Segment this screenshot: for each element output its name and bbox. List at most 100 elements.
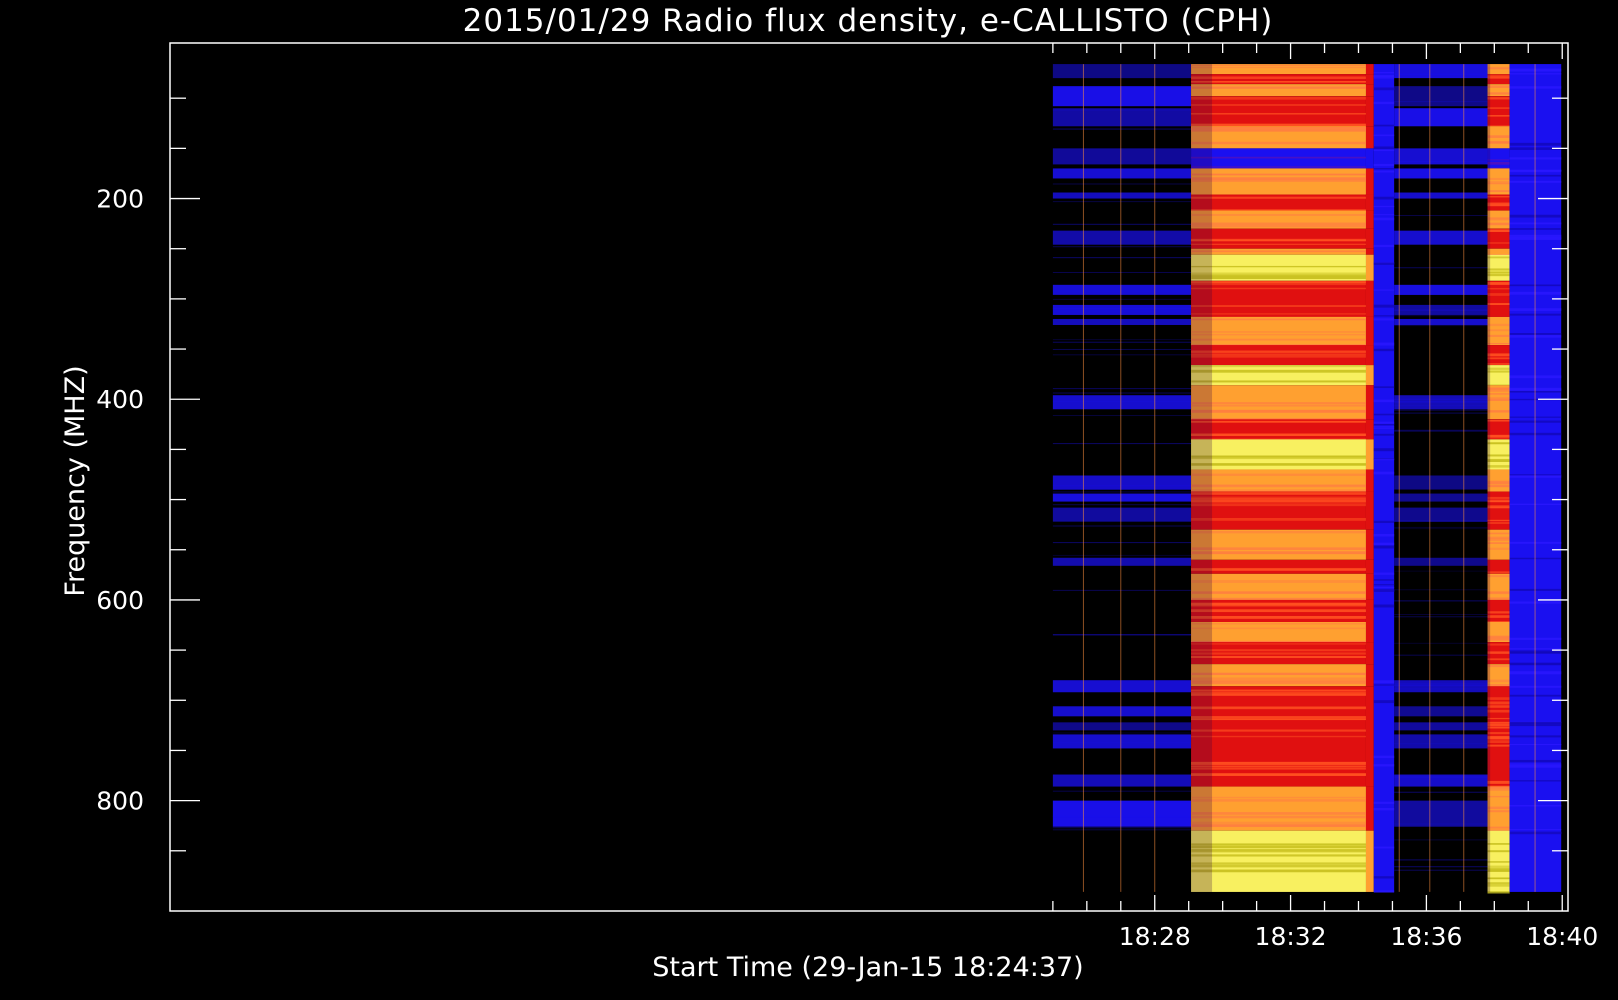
blue-block-stripe: [1373, 876, 1395, 879]
active-band-stripe: [1191, 104, 1366, 106]
blue-block-stripe: [1373, 214, 1395, 216]
active-band-stripe: [1191, 350, 1366, 353]
blue-block-stripe: [1373, 448, 1395, 452]
active-band-stripe: [1487, 353, 1510, 357]
burst-onset-shade: [1487, 64, 1491, 892]
transition-band-cell: [1365, 74, 1374, 85]
quiet-speckle: [1052, 271, 1192, 273]
active-band-stripe: [1487, 242, 1510, 244]
active-band-stripe: [1487, 826, 1510, 829]
active-band-stripe: [1487, 357, 1510, 360]
quiet-band-cell: [1052, 680, 1192, 693]
blue-block-stripe: [1373, 801, 1395, 804]
active-band-stripe: [1487, 67, 1510, 70]
active-band-stripe: [1191, 869, 1366, 873]
blue-block-stripe: [1373, 149, 1395, 152]
active-band-stripe: [1487, 256, 1510, 259]
active-band-stripe: [1191, 420, 1366, 423]
active-band-cell: [1487, 469, 1510, 492]
active-band-stripe: [1191, 369, 1366, 373]
blue-block-stripe: [1373, 520, 1395, 524]
quiet-speckle: [1052, 801, 1192, 803]
active-band-stripe: [1487, 398, 1510, 401]
active-band-stripe: [1191, 222, 1366, 225]
active-band-cell: [1191, 96, 1366, 127]
quiet-speckle: [1052, 128, 1192, 130]
active-band-stripe: [1191, 96, 1366, 100]
quiet-speckle: [1052, 257, 1192, 259]
active-band-stripe: [1191, 265, 1366, 268]
active-band-stripe: [1487, 268, 1510, 271]
quiet-speckle: [1394, 613, 1488, 615]
active-band-stripe: [1487, 884, 1510, 887]
blue-block-stripe: [1373, 807, 1395, 811]
active-band-stripe: [1487, 190, 1510, 193]
active-band-stripe: [1487, 522, 1510, 524]
active-band-stripe: [1191, 591, 1366, 594]
active-band-stripe: [1191, 649, 1366, 652]
active-band-stripe: [1487, 74, 1510, 78]
active-band-stripe: [1487, 850, 1510, 853]
quiet-speckle: [1394, 589, 1488, 591]
active-band-cell: [1191, 280, 1366, 317]
blue-block-stripe: [1373, 590, 1395, 592]
x-tick-label: 18:40: [1526, 922, 1598, 951]
active-band-stripe: [1191, 677, 1366, 681]
quiet-speckle: [1394, 160, 1488, 162]
quiet-speckle: [1394, 409, 1488, 411]
quiet-band-cell: [1394, 318, 1488, 325]
active-band-stripe: [1487, 744, 1510, 747]
active-band-stripe: [1191, 484, 1366, 488]
quiet-band-cell: [1394, 493, 1488, 502]
quiet-band-cell: [1394, 722, 1488, 731]
active-band-stripe: [1191, 503, 1366, 507]
quiet-speckle: [1052, 298, 1192, 300]
active-band-cell: [1487, 573, 1510, 600]
active-band-stripe: [1487, 500, 1510, 503]
active-band-stripe: [1191, 862, 1366, 865]
quiet-band-cell: [1052, 507, 1192, 522]
quiet-band-cell: [1052, 734, 1192, 749]
quiet-speckle: [1052, 491, 1192, 493]
quiet-speckle: [1052, 525, 1192, 527]
blue-block-stripe: [1373, 315, 1395, 317]
active-band-stripe: [1487, 288, 1510, 290]
active-band-stripe: [1487, 806, 1510, 810]
quiet-speckle: [1052, 341, 1192, 343]
quiet-speckle: [1052, 392, 1192, 394]
blue-block-stripe: [1373, 72, 1395, 74]
active-band-stripe: [1487, 795, 1510, 798]
quiet-speckle: [1394, 215, 1488, 217]
quiet-band-cell: [1052, 86, 1192, 107]
quiet-speckle: [1394, 74, 1488, 76]
quiet-band-cell: [1394, 800, 1488, 827]
quiet-speckle: [1052, 554, 1192, 556]
active-band-stripe: [1487, 717, 1510, 720]
active-band-stripe: [1191, 141, 1366, 145]
active-band-stripe: [1487, 877, 1510, 880]
blue-block-stripe: [1373, 433, 1395, 436]
active-band-stripe: [1487, 410, 1510, 413]
transition-band-cell: [1365, 786, 1374, 831]
active-band-stripe: [1487, 370, 1510, 373]
blue-block-stripe: [1373, 289, 1395, 291]
active-band-stripe: [1487, 496, 1510, 500]
quiet-band-cell: [1394, 86, 1488, 107]
active-band-stripe: [1487, 367, 1510, 370]
quiet-speckle: [1394, 776, 1488, 778]
quiet-speckle: [1394, 412, 1488, 414]
active-band-stripe: [1191, 283, 1366, 286]
quiet-band-cell: [1394, 108, 1488, 127]
quiet-speckle: [1052, 443, 1192, 445]
active-band-stripe: [1191, 824, 1366, 828]
active-band-stripe: [1191, 762, 1366, 766]
x-tick-label: 18:36: [1390, 922, 1462, 951]
active-band-stripe: [1191, 113, 1366, 115]
active-band-stripe: [1487, 465, 1510, 468]
active-band-stripe: [1487, 222, 1510, 226]
quiet-speckle: [1052, 339, 1192, 341]
active-band-stripe: [1487, 92, 1510, 95]
quiet-speckle: [1052, 400, 1192, 402]
quiet-band-cell: [1394, 192, 1488, 199]
active-band-stripe: [1487, 701, 1510, 705]
